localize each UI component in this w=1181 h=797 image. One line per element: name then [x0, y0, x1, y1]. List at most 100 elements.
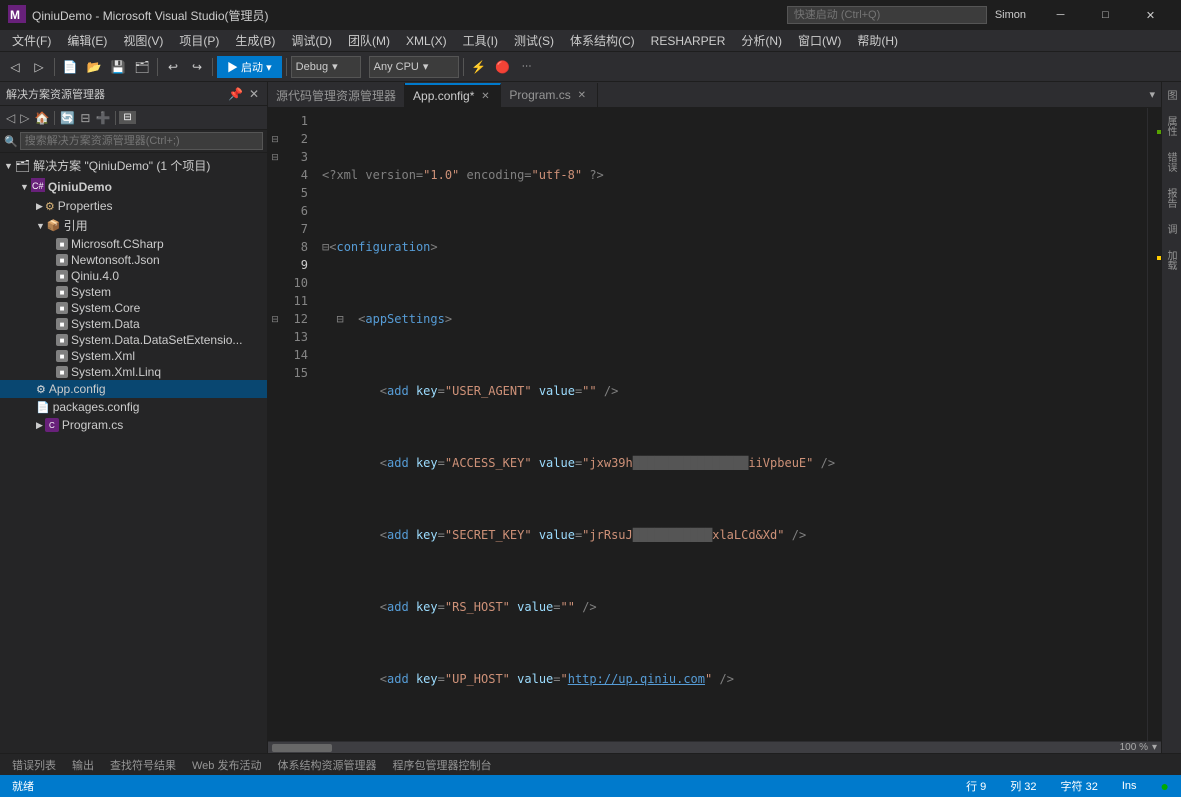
bottom-tab-package-manager[interactable]: 程序包管理器控制台 [384, 755, 499, 775]
redo-button[interactable]: ↪ [186, 56, 208, 78]
bottom-tab-web-publish[interactable]: Web 发布活动 [184, 755, 269, 775]
se-tb-properties[interactable]: 🏠 [32, 109, 51, 127]
toolbar-extra[interactable]: ⋯ [516, 56, 538, 78]
ref-icon-5: ■ [56, 302, 68, 314]
right-tab-diagram[interactable]: 图 [1162, 82, 1181, 108]
tab-app-config[interactable]: App.config* ✕ [405, 83, 501, 107]
tree-ref-newtonsoft[interactable]: ■ Newtonsoft.Json [0, 252, 267, 268]
fold-6 [268, 202, 282, 220]
bottom-tab-errors[interactable]: 错误列表 [4, 755, 64, 775]
tab-scroll-right[interactable]: ▾ [1143, 88, 1161, 101]
forward-button[interactable]: ▷ [28, 56, 50, 78]
back-button[interactable]: ◁ [4, 56, 26, 78]
save-all-button[interactable]: 🗂 [131, 56, 153, 78]
tree-references[interactable]: ▼ 📦 引用 [0, 215, 267, 236]
menu-file[interactable]: 文件(F) [4, 30, 59, 51]
attach-button[interactable]: ⚡ [468, 56, 490, 78]
fold-2[interactable]: ⊟ [268, 130, 282, 148]
open-button[interactable]: 📂 [83, 56, 105, 78]
close-button[interactable]: ✕ [1128, 0, 1173, 30]
tree-packages-config[interactable]: 📄 packages.config [0, 398, 267, 416]
menu-build[interactable]: 生成(B) [227, 30, 283, 51]
menu-architecture[interactable]: 体系结构(C) [562, 30, 643, 51]
se-header: 解决方案资源管理器 📌 ✕ [0, 82, 267, 106]
status-col[interactable]: 列 32 [1006, 778, 1040, 794]
code-line-3: ⊟ <appSettings> [322, 310, 1139, 328]
right-tab-properties[interactable]: 属性 [1162, 108, 1181, 144]
tab-source-mgr[interactable]: 源代码管理资源管理器 [268, 83, 405, 107]
bottom-tab-output[interactable]: 输出 [64, 755, 102, 775]
tree-ref-microsoft-csharp[interactable]: ■ Microsoft.CSharp [0, 236, 267, 252]
tree-ref-qiniu[interactable]: ■ Qiniu.4.0 [0, 268, 267, 284]
se-tb-back[interactable]: ◁ [4, 109, 17, 127]
se-tb-add[interactable]: ➕ [93, 109, 112, 127]
separator-4 [286, 58, 287, 76]
maximize-button[interactable]: □ [1083, 0, 1128, 30]
save-button[interactable]: 💾 [107, 56, 129, 78]
status-mode[interactable]: Ins [1118, 780, 1141, 792]
code-editor-content[interactable]: <?xml version="1.0" encoding="utf-8" ?> … [314, 108, 1147, 741]
quick-launch-input[interactable] [787, 6, 987, 24]
tree-app-config[interactable]: ⚙ App.config [0, 380, 267, 398]
ref-qiniu-label: Qiniu.4.0 [71, 269, 119, 283]
se-tb-stop[interactable]: ⊟ [78, 109, 92, 127]
tab-program-cs[interactable]: Program.cs ✕ [501, 83, 597, 107]
se-search-input[interactable] [20, 132, 263, 150]
undo-button[interactable]: ↩ [162, 56, 184, 78]
menu-edit[interactable]: 编辑(E) [59, 30, 115, 51]
tree-project[interactable]: ▼ C# QiniuDemo [0, 176, 267, 197]
menu-tools[interactable]: 工具(I) [455, 30, 506, 51]
menu-window[interactable]: 窗口(W) [790, 30, 849, 51]
right-tab-debug[interactable]: 调 [1162, 216, 1181, 242]
fold-12[interactable]: ⊟ [268, 310, 282, 328]
debug-config-dropdown[interactable]: Debug▾ [291, 56, 361, 78]
tree-ref-system[interactable]: ■ System [0, 284, 267, 300]
tree-ref-system-xml-linq[interactable]: ■ System.Xml.Linq [0, 364, 267, 380]
cpu-config-dropdown[interactable]: Any CPU▾ [369, 56, 459, 78]
editor-scrollbar[interactable] [1147, 108, 1161, 741]
hscrollbar-thumb[interactable] [272, 744, 332, 752]
code-line-2: ⊟<configuration> [322, 238, 1139, 256]
menu-xml[interactable]: XML(X) [398, 32, 455, 50]
bottom-tab-architecture[interactable]: 体系结构资源管理器 [269, 755, 384, 775]
main-layout: 解决方案资源管理器 📌 ✕ ◁ ▷ 🏠 🔄 ⊟ ➕ ⊟ 🔍 ▼ 🗂 [0, 82, 1181, 753]
menu-test[interactable]: 测试(S) [506, 30, 562, 51]
menu-analyze[interactable]: 分析(N) [733, 30, 790, 51]
se-pin-btn[interactable]: 📌 [226, 87, 245, 101]
menu-project[interactable]: 项目(P) [171, 30, 227, 51]
menu-resharper[interactable]: RESHARPER [643, 32, 734, 50]
tree-ref-system-xml[interactable]: ■ System.Xml [0, 348, 267, 364]
bottom-tab-find-symbol[interactable]: 查找符号结果 [102, 755, 184, 775]
menu-debug[interactable]: 调试(D) [283, 30, 340, 51]
se-close-btn[interactable]: ✕ [247, 87, 261, 101]
status-row[interactable]: 行 9 [962, 778, 990, 794]
status-message[interactable]: 就绪 [8, 778, 38, 794]
tree-properties[interactable]: ▶ ⚙ Properties [0, 197, 267, 215]
tree-ref-system-data[interactable]: ■ System.Data [0, 316, 267, 332]
tree-program-cs[interactable]: ▶ C Program.cs [0, 416, 267, 434]
svg-text:M: M [10, 8, 20, 22]
minimize-button[interactable]: ─ [1038, 0, 1083, 30]
right-tab-load[interactable]: 加载 [1162, 242, 1181, 278]
tree-ref-system-data-dataset[interactable]: ■ System.Data.DataSetExtensio... [0, 332, 267, 348]
menu-help[interactable]: 帮助(H) [849, 30, 906, 51]
new-project-button[interactable]: 📄 [59, 56, 81, 78]
se-tb-refresh[interactable]: 🔄 [58, 109, 77, 127]
fold-1[interactable] [268, 112, 282, 130]
status-char[interactable]: 字符 32 [1057, 778, 1102, 794]
menu-view[interactable]: 视图(V) [115, 30, 171, 51]
tab-app-config-close[interactable]: ✕ [478, 89, 492, 103]
right-tab-errors[interactable]: 错误 [1162, 144, 1181, 180]
fold-3[interactable]: ⊟ [268, 148, 282, 166]
zoom-down-btn[interactable]: ▾ [1152, 742, 1157, 753]
tree-solution[interactable]: ▼ 🗂 解决方案 "QiniuDemo" (1 个项目) [0, 155, 267, 176]
start-debugging-button[interactable]: ▶ 启动 ▾ [217, 56, 282, 78]
right-tab-report[interactable]: 报告 [1162, 180, 1181, 216]
menu-team[interactable]: 团队(M) [340, 30, 398, 51]
se-tb-forward[interactable]: ▷ [18, 109, 31, 127]
breakpoints-button[interactable]: 🔴 [492, 56, 514, 78]
tab-program-cs-close[interactable]: ✕ [575, 88, 589, 102]
se-tb-collapse[interactable]: ⊟ [119, 111, 135, 124]
editor-hscrollbar[interactable]: 100 % ▾ [268, 741, 1161, 753]
tree-ref-system-core[interactable]: ■ System.Core [0, 300, 267, 316]
